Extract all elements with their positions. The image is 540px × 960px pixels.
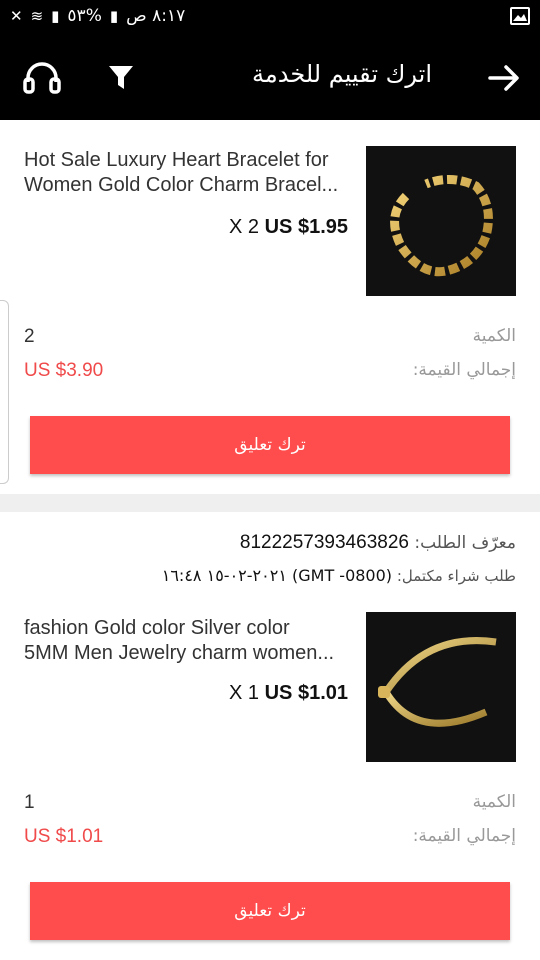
product-name-line: Hot Sale Luxury Heart Bracelet for <box>24 149 329 171</box>
leave-feedback-button[interactable]: ترك تعليق <box>30 416 510 474</box>
total-label: إجمالي القيمة: <box>412 360 516 380</box>
quantity-label: الكمية <box>472 326 516 346</box>
unit-price: US $1.01 <box>264 682 348 704</box>
order-id-label: معرّف الطلب: <box>414 533 516 553</box>
order-date-label: طلب شراء مكتمل: <box>396 567 516 585</box>
quantity-label: الكمية <box>472 792 516 812</box>
unit-price-line: X 2 US $1.95 <box>229 216 348 239</box>
quantity-value: 2 <box>24 326 35 347</box>
mute-icon: ✕ <box>10 7 23 25</box>
total-value: US $3.90 <box>24 360 104 381</box>
wifi-icon: ≋ <box>30 7 44 25</box>
gallery-icon <box>510 7 530 29</box>
order-card: Hot Sale Luxury Heart Bracelet for Women… <box>0 120 540 494</box>
order-id-line: معرّف الطلب: 8122257393463826 <box>240 532 516 554</box>
status-left: ٨:١٧ ص ▮ %٥٣ ▮ ≋ ✕ <box>10 6 185 26</box>
app-bar: اترك تقييم للخدمة <box>0 36 540 120</box>
product-name[interactable]: fashion Gold color Silver color 5MM Men … <box>24 616 354 666</box>
status-battery: %٥٣ <box>67 6 102 26</box>
product-name-line: 5MM Men Jewelry charm women... <box>24 642 335 664</box>
qty-multiplier: X 1 <box>229 682 260 704</box>
filter-icon[interactable] <box>108 64 134 92</box>
back-arrow-icon[interactable] <box>486 60 522 96</box>
order-date: (GMT -0800) ٢٠٢١-٠٢-١٥ ١٦:٤٨ <box>161 566 393 585</box>
product-image[interactable] <box>366 146 516 296</box>
order-id: 8122257393463826 <box>239 532 409 553</box>
headset-icon[interactable] <box>22 58 62 98</box>
order-date-line: طلب شراء مكتمل: (GMT -0800) ٢٠٢١-٠٢-١٥ ١… <box>162 566 516 585</box>
unit-price-line: X 1 US $1.01 <box>229 682 348 705</box>
quantity-value: 1 <box>24 792 35 813</box>
product-name[interactable]: Hot Sale Luxury Heart Bracelet for Women… <box>24 148 354 198</box>
status-bar: ٨:١٧ ص ▮ %٥٣ ▮ ≋ ✕ <box>0 0 540 36</box>
order-card: معرّف الطلب: 8122257393463826 طلب شراء م… <box>0 512 540 960</box>
qty-multiplier: X 2 <box>229 216 260 238</box>
signal-icon: ▮ <box>51 7 60 25</box>
status-time: ٨:١٧ ص <box>126 6 186 26</box>
battery-icon: ▮ <box>109 7 119 25</box>
leave-feedback-button[interactable]: ترك تعليق <box>30 882 510 940</box>
unit-price: US $1.95 <box>264 216 348 238</box>
product-name-line: fashion Gold color Silver color <box>24 617 290 639</box>
product-image[interactable] <box>366 612 516 762</box>
side-drawer-handle[interactable] <box>0 300 9 484</box>
total-label: إجمالي القيمة: <box>412 826 516 846</box>
total-value: US $1.01 <box>24 826 104 847</box>
page-title: اترك تقييم للخدمة <box>252 60 432 88</box>
product-name-line: Women Gold Color Charm Bracel... <box>24 174 339 196</box>
